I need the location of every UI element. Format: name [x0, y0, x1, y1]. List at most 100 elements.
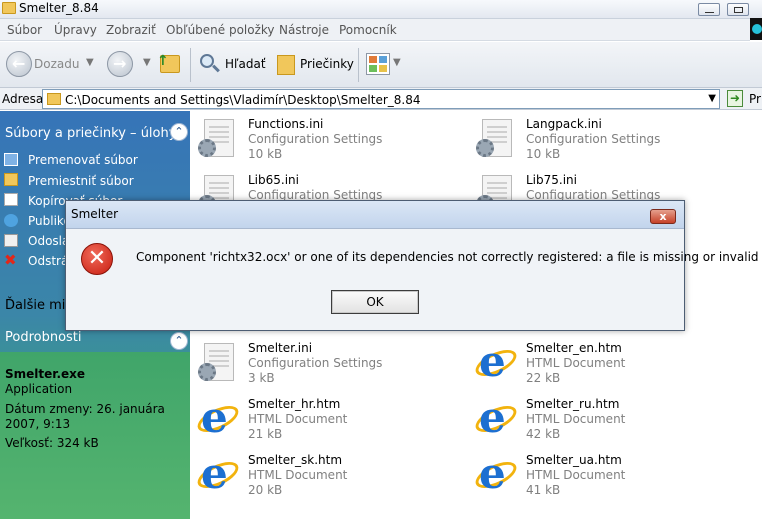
- address-path[interactable]: C:\Documents and Settings\Vladimír\Deskt…: [65, 93, 421, 107]
- back-button-label[interactable]: Dozadu: [34, 57, 79, 71]
- back-dropdown-icon[interactable]: ▼: [86, 57, 94, 68]
- file-size: 21 kB: [248, 427, 283, 441]
- copy-icon: [4, 193, 18, 206]
- tasks-header[interactable]: Súbory a priečinky – úlohy: [5, 126, 176, 141]
- menu-help[interactable]: Pomocník: [339, 23, 397, 37]
- go-button-label[interactable]: Pr: [749, 92, 761, 106]
- folders-button-label[interactable]: Priečinky: [300, 57, 354, 71]
- address-bar: Adresa C:\Documents and Settings\Vladimí…: [0, 88, 762, 110]
- details-header[interactable]: Podrobnosti: [5, 330, 82, 345]
- title-bar: Smelter_8.84: [0, 0, 762, 19]
- collapse-chevron-icon[interactable]: ⌃: [170, 332, 188, 350]
- file-item[interactable]: e Smelter_hr.htm HTML Document 21 kB: [193, 397, 446, 449]
- file-name: Smelter_en.htm: [526, 341, 622, 355]
- file-name: Lib65.ini: [248, 173, 299, 187]
- file-type: Configuration Settings: [526, 132, 661, 146]
- delete-icon: ✖: [4, 251, 17, 269]
- file-size: 20 kB: [248, 483, 283, 497]
- menu-file[interactable]: Súbor: [7, 23, 42, 37]
- details-modified: Dátum zmeny: 26. januára 2007, 9:13: [5, 402, 165, 431]
- file-name: Smelter_sk.htm: [248, 453, 343, 467]
- error-dialog: Smelter x ✕ Component 'richtx32.ocx' or …: [65, 200, 759, 331]
- ini-file-icon: [196, 341, 240, 385]
- file-type: Configuration Settings: [248, 132, 383, 146]
- dialog-close-button[interactable]: x: [650, 209, 676, 224]
- dialog-message: Component 'richtx32.ocx' or one of its d…: [136, 250, 759, 264]
- file-item[interactable]: e Smelter_sk.htm HTML Document 20 kB: [193, 453, 446, 505]
- close-icon[interactable]: [750, 18, 762, 40]
- file-size: 10 kB: [526, 147, 561, 161]
- folder-up-icon[interactable]: [157, 53, 180, 73]
- file-name: Lib75.ini: [526, 173, 577, 187]
- collapse-chevron-icon[interactable]: ⌃: [170, 123, 188, 141]
- menu-favorites[interactable]: Obľúbené položky: [166, 23, 275, 37]
- ok-button[interactable]: OK: [331, 290, 419, 314]
- search-icon[interactable]: [200, 54, 214, 68]
- toolbar: Dozadu ▼ ▼ Hľadať Priečinky ▼: [0, 42, 762, 88]
- file-name: Smelter_ua.htm: [526, 453, 622, 467]
- file-type: HTML Document: [526, 356, 626, 370]
- file-size: 10 kB: [248, 147, 283, 161]
- file-name: Functions.ini: [248, 117, 324, 131]
- views-dropdown-icon[interactable]: ▼: [393, 57, 401, 68]
- rename-icon: [4, 153, 18, 166]
- details-name: Smelter.exe: [5, 367, 86, 381]
- folder-icon: [47, 93, 61, 105]
- file-item[interactable]: Langpack.ini Configuration Settings 10 k…: [474, 117, 724, 169]
- details-pane: Podrobnosti ⌃ Smelter.exe Application Dá…: [0, 330, 190, 519]
- file-size: 42 kB: [526, 427, 561, 441]
- move-icon: [4, 173, 18, 186]
- file-item[interactable]: Functions.ini Configuration Settings 10 …: [196, 117, 446, 169]
- ini-file-icon: [474, 117, 518, 161]
- address-input[interactable]: C:\Documents and Settings\Vladimír\Deskt…: [42, 89, 720, 109]
- task-move[interactable]: Premiestniť súbor: [28, 174, 134, 188]
- file-type: HTML Document: [248, 412, 348, 426]
- file-size: 3 kB: [248, 371, 275, 385]
- toolbar-separator: [190, 48, 191, 82]
- file-type: Configuration Settings: [248, 356, 383, 370]
- minimize-button[interactable]: [698, 3, 720, 16]
- forward-dropdown-icon[interactable]: ▼: [143, 57, 151, 68]
- search-button-label[interactable]: Hľadať: [225, 57, 266, 71]
- ie-html-icon: e: [193, 397, 243, 441]
- address-label: Adresa: [2, 92, 44, 106]
- dialog-title-bar[interactable]: Smelter x: [66, 201, 684, 229]
- maximize-button[interactable]: [727, 3, 749, 16]
- dialog-title: Smelter: [71, 207, 119, 221]
- folders-icon[interactable]: [277, 55, 295, 75]
- back-arrow-icon[interactable]: [6, 51, 32, 77]
- file-name: Smelter_ru.htm: [526, 397, 620, 411]
- ie-html-icon: e: [193, 453, 243, 497]
- file-name: Smelter.ini: [248, 341, 313, 355]
- file-size: 22 kB: [526, 371, 561, 385]
- file-type: HTML Document: [248, 468, 348, 482]
- file-size: 41 kB: [526, 483, 561, 497]
- ie-html-icon: e: [471, 453, 521, 497]
- views-icon[interactable]: [366, 53, 390, 75]
- menu-view[interactable]: Zobraziť: [106, 23, 156, 37]
- go-arrow-icon[interactable]: ➜: [727, 90, 743, 107]
- file-type: HTML Document: [526, 468, 626, 482]
- file-item[interactable]: e Smelter_en.htm HTML Document 22 kB: [471, 341, 724, 393]
- error-icon: ✕: [81, 243, 113, 275]
- address-dropdown-icon[interactable]: ▼: [708, 93, 716, 104]
- toolbar-separator: [358, 48, 359, 82]
- forward-arrow-icon[interactable]: [107, 51, 133, 77]
- folder-icon: [2, 2, 16, 14]
- menu-tools[interactable]: Nástroje: [279, 23, 329, 37]
- publish-icon: [4, 214, 18, 227]
- menu-edit[interactable]: Úpravy: [54, 23, 97, 37]
- dialog-body: ✕ Component 'richtx32.ocx' or one of its…: [66, 229, 759, 330]
- task-rename[interactable]: Premenovať súbor: [28, 153, 138, 167]
- file-item[interactable]: e Smelter_ua.htm HTML Document 41 kB: [471, 453, 724, 505]
- ini-file-icon: [196, 117, 240, 161]
- details-kind: Application: [5, 382, 73, 396]
- file-name: Smelter_hr.htm: [248, 397, 341, 411]
- ie-html-icon: e: [471, 341, 521, 385]
- window-title: Smelter_8.84: [19, 1, 99, 15]
- menu-bar: Súbor Úpravy Zobraziť Obľúbené položky N…: [0, 19, 750, 41]
- file-item[interactable]: Smelter.ini Configuration Settings 3 kB: [196, 341, 446, 393]
- file-item[interactable]: e Smelter_ru.htm HTML Document 42 kB: [471, 397, 724, 449]
- details-size: Veľkosť: 324 kB: [5, 436, 99, 450]
- email-icon: [4, 234, 18, 247]
